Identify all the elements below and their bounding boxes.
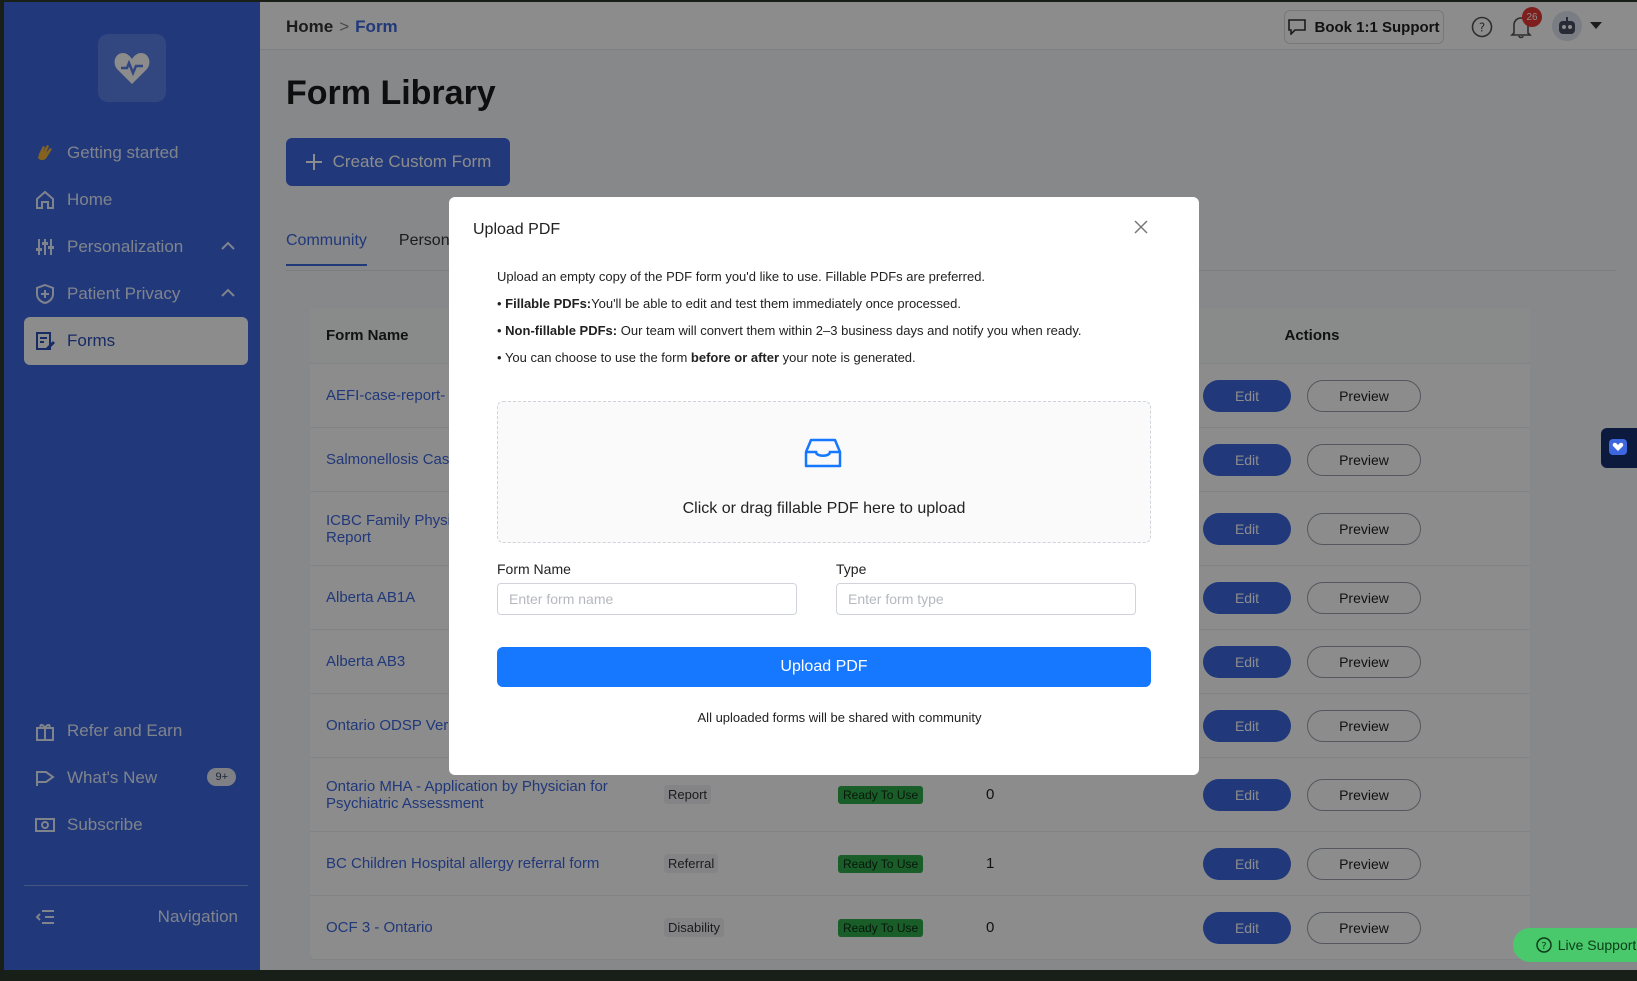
upload-pdf-button[interactable]: Upload PDF <box>497 647 1151 687</box>
modal-bullet-fillable: • Fillable PDFs:You'll be able to edit a… <box>497 296 961 311</box>
modal-title: Upload PDF <box>473 221 561 238</box>
upload-pdf-modal: Upload PDF Upload an empty copy of the P… <box>449 197 1199 775</box>
modal-bullet-timing: • You can choose to use the form before … <box>497 350 916 365</box>
modal-bullet-non-fillable: • Non-fillable PDFs: Our team will conve… <box>497 323 1082 338</box>
form-name-input[interactable] <box>497 583 797 615</box>
pdf-dropzone[interactable]: Click or drag fillable PDF here to uploa… <box>497 401 1151 543</box>
live-support-button[interactable]: ? Live Support <box>1513 928 1637 962</box>
live-support-label: Live Support <box>1557 937 1637 953</box>
close-button[interactable] <box>1129 215 1153 239</box>
inbox-icon <box>804 438 842 468</box>
modal-intro: Upload an empty copy of the PDF form you… <box>497 269 986 284</box>
heart-chat-icon <box>1609 439 1627 455</box>
form-type-input[interactable] <box>836 583 1136 615</box>
form-type-label: Type <box>836 561 867 577</box>
question-circle-icon: ? <box>1535 937 1552 953</box>
close-icon <box>1134 220 1148 234</box>
shared-note: All uploaded forms will be shared with c… <box>697 710 982 725</box>
svg-text:?: ? <box>1541 941 1546 952</box>
side-chat-widget[interactable] <box>1601 428 1637 468</box>
dropzone-text: Click or drag fillable PDF here to uploa… <box>682 500 966 517</box>
form-name-label: Form Name <box>497 561 571 577</box>
